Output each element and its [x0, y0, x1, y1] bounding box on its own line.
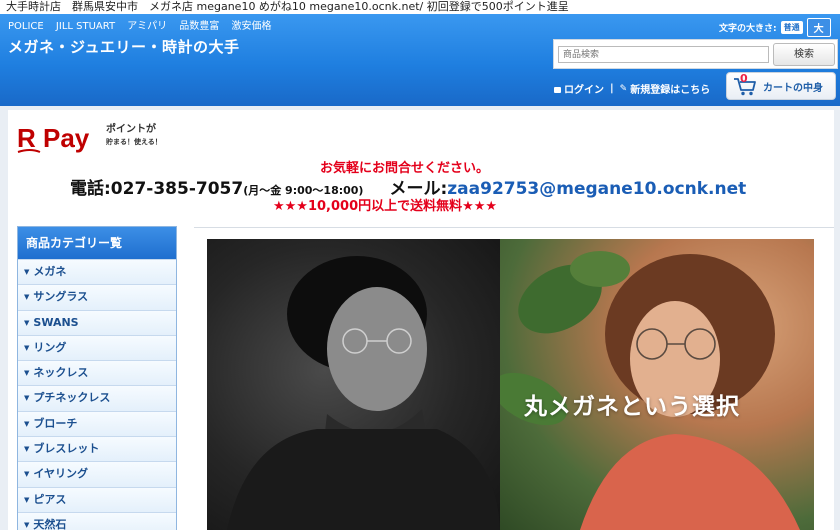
pencil-icon: ✎: [619, 83, 628, 94]
sidebar-item-brooches[interactable]: ▼ ブローチ: [18, 410, 176, 437]
brand-link-jill-stuart[interactable]: JILL STUART: [56, 21, 115, 32]
bullet-icon: ▼: [24, 470, 30, 479]
sidebar-item-swans[interactable]: ▼ SWANS: [18, 309, 176, 335]
sidebar-item-label: ネックレス: [33, 366, 89, 380]
search-input[interactable]: [558, 46, 769, 63]
top-announcement: 大手時計店 群馬県安中市 メガネ店 megane10 めがね10 megane1…: [0, 0, 840, 14]
site-tagline[interactable]: メガネ・ジュエリー・時計の大手: [8, 36, 239, 57]
rpay-logo: R Pay: [17, 123, 90, 153]
account-links: ログイン | ✎ 新規登録はこちら: [554, 81, 710, 96]
font-size-normal-button[interactable]: 普通: [780, 21, 803, 34]
category-sidebar: 商品カテゴリー覧 ▼ メガネ ▼ サングラス ▼ SWANS ▼ リング ▼ ネックレス …: [17, 226, 177, 530]
rpay-banner[interactable]: R Pay ポイントが 貯まる！使える！: [16, 122, 186, 158]
cart-icon: 0: [733, 72, 757, 96]
font-size-label: 文字の大きさ:: [719, 24, 777, 34]
rpay-line-2: 貯まる！使える！: [106, 138, 162, 146]
brand-links: POLICE JILL STUART アミパリ 品数豊富 激安価格: [8, 17, 280, 32]
svg-text:R Pay: R Pay: [17, 123, 90, 153]
cart-button[interactable]: 0 カートの中身: [726, 72, 836, 100]
bullet-icon: ▼: [24, 495, 30, 504]
sidebar-item-glasses[interactable]: ▼ メガネ: [18, 259, 176, 285]
divider: [194, 227, 834, 228]
main-content: R Pay ポイントが 貯まる！使える！ お気軽にお問合せください。 電話:02…: [8, 110, 834, 530]
sidebar-item-label: イヤリング: [33, 467, 89, 481]
sidebar-item-pierced-earrings[interactable]: ▼ ピアス: [18, 486, 176, 512]
sidebar-item-earrings[interactable]: ▼ イヤリング: [18, 461, 176, 487]
sidebar-item-petit-necklaces[interactable]: ▼ プチネックレス: [18, 385, 176, 411]
brand-link-discount[interactable]: 激安価格: [231, 21, 271, 32]
cart-label: カートの中身: [763, 82, 823, 94]
sidebar-item-label: サングラス: [33, 290, 89, 304]
free-shipping-notice: ★★★10,000円以上で送料無料★★★: [273, 199, 498, 214]
bullet-icon: ▼: [24, 394, 30, 403]
sidebar-item-label: ピアス: [33, 492, 67, 506]
search-box: 検索: [553, 39, 838, 69]
sidebar-title: 商品カテゴリー覧: [18, 227, 176, 259]
login-link[interactable]: ログイン: [564, 81, 604, 96]
sidebar-item-label: リング: [33, 340, 67, 354]
bullet-icon: ▼: [24, 520, 30, 529]
separator: |: [610, 83, 614, 94]
bullet-icon: ▼: [24, 369, 30, 378]
sidebar-item-label: プチネックレス: [33, 391, 111, 405]
bullet-icon: ▼: [24, 318, 30, 327]
brand-link-amipari[interactable]: アミパリ: [127, 21, 167, 32]
rpay-caption: ポイントが 貯まる！使える！: [106, 124, 162, 148]
font-size-large-button[interactable]: 大: [806, 18, 831, 37]
sidebar-item-label: ブローチ: [33, 416, 78, 430]
banner-photo-man: [207, 239, 500, 530]
hero-banner[interactable]: 丸メガネという選択: [207, 239, 814, 530]
sidebar-item-rings[interactable]: ▼ リング: [18, 334, 176, 361]
sidebar-item-label: SWANS: [33, 315, 79, 329]
bullet-icon: ▼: [24, 419, 30, 428]
sidebar-item-label: メガネ: [33, 265, 67, 278]
font-size-control: 文字の大きさ: 普通 大: [719, 18, 831, 37]
banner-headline: 丸メガネという選択: [524, 394, 740, 420]
phone-number[interactable]: 電話:027-385-7057: [70, 179, 243, 199]
sidebar-item-label: ブレスレット: [33, 442, 100, 456]
sidebar-item-natural-stones[interactable]: ▼ 天然石: [18, 511, 176, 530]
register-link[interactable]: 新規登録はこちら: [630, 81, 710, 96]
sidebar-item-sunglasses[interactable]: ▼ サングラス: [18, 284, 176, 310]
sidebar-item-bracelets[interactable]: ▼ ブレスレット: [18, 436, 176, 462]
category-list: ▼ メガネ ▼ サングラス ▼ SWANS ▼ リング ▼ ネックレス ▼ プチネックレス …: [18, 259, 176, 530]
sidebar-item-necklaces[interactable]: ▼ ネックレス: [18, 360, 176, 386]
cart-count: 0: [740, 72, 748, 85]
bullet-icon: ▼: [24, 343, 30, 352]
lock-icon: [554, 86, 561, 93]
rpay-line-1: ポイントが: [106, 124, 156, 135]
bullet-icon: ▼: [24, 293, 30, 302]
brand-link-police[interactable]: POLICE: [8, 21, 44, 32]
brand-link-variety[interactable]: 品数豊富: [179, 21, 219, 32]
search-button[interactable]: 検索: [773, 43, 835, 66]
bullet-icon: ▼: [24, 445, 30, 454]
site-header: POLICE JILL STUART アミパリ 品数豊富 激安価格 メガネ・ジュ…: [0, 14, 840, 106]
bullet-icon: ▼: [24, 268, 30, 276]
banner-photo-woman: [492, 239, 814, 530]
sidebar-item-label: 天然石: [33, 517, 67, 530]
